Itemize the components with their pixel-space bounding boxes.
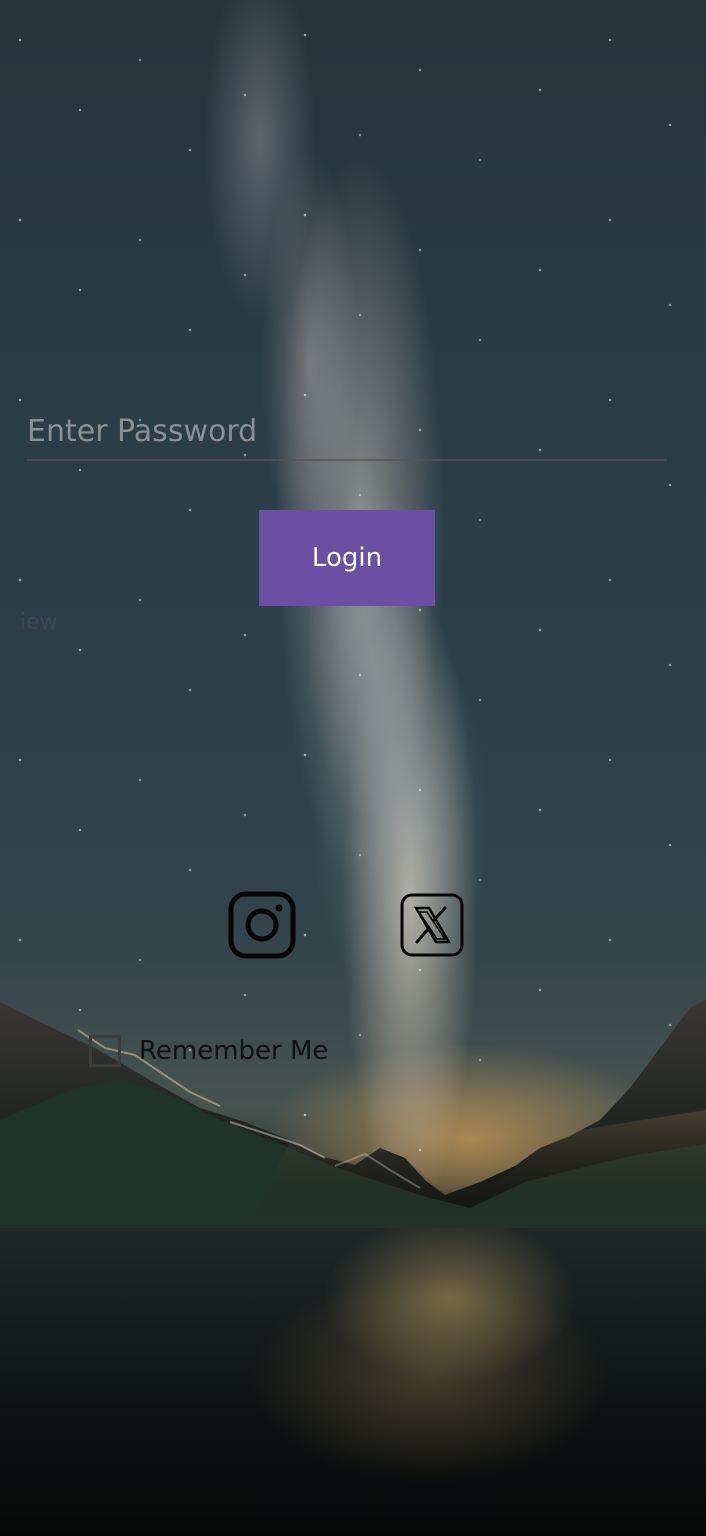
faint-partial-text: iew: [20, 610, 58, 635]
lake-reflection: [0, 1228, 706, 1536]
remember-me-label: Remember Me: [139, 1036, 329, 1066]
password-field-wrapper: [27, 403, 667, 461]
instagram-icon[interactable]: [228, 891, 296, 959]
login-button[interactable]: Login: [259, 510, 435, 606]
password-input[interactable]: [27, 403, 667, 459]
login-screen: Login iew Remember Me: [0, 0, 706, 1536]
remember-me-control[interactable]: Remember Me: [89, 1032, 328, 1070]
remember-me-checkbox[interactable]: [89, 1035, 121, 1067]
password-underline: [27, 459, 667, 461]
x-icon[interactable]: [398, 891, 466, 959]
